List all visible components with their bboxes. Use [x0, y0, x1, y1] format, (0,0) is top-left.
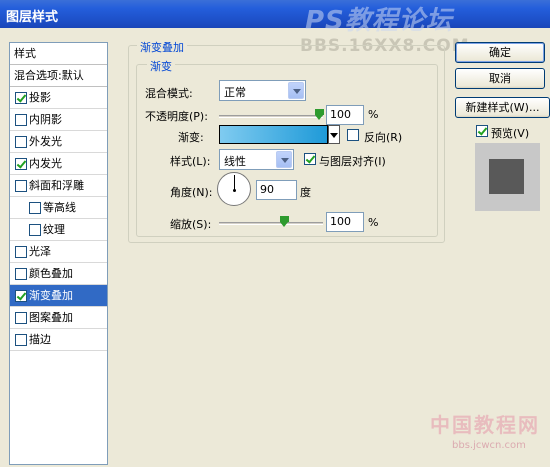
- style-item-checkbox[interactable]: [15, 290, 27, 302]
- blend-mode-value: 正常: [224, 86, 246, 99]
- style-item[interactable]: 投影: [10, 87, 107, 109]
- style-item-label: 斜面和浮雕: [29, 179, 84, 192]
- opacity-input[interactable]: 100: [326, 105, 364, 125]
- style-item-label: 光泽: [29, 245, 51, 258]
- title-bar[interactable]: 图层样式 PS教程论坛: [0, 0, 550, 36]
- gradient-overlay-title: 渐变叠加: [137, 39, 187, 55]
- style-item-checkbox[interactable]: [15, 334, 27, 346]
- cancel-button[interactable]: 取消: [455, 68, 545, 89]
- style-item-label: 纹理: [43, 223, 65, 236]
- style-item[interactable]: 等高线: [10, 197, 107, 219]
- style-select[interactable]: 线性: [219, 149, 294, 170]
- angle-unit: 度: [300, 186, 311, 199]
- opacity-label: 不透明度(P):: [145, 110, 208, 123]
- gradient-picker-arrow-icon[interactable]: [328, 125, 340, 144]
- scale-slider-thumb[interactable]: [280, 216, 289, 228]
- opacity-slider-thumb[interactable]: [315, 109, 324, 121]
- style-item[interactable]: 颜色叠加: [10, 263, 107, 285]
- styles-list: 样式 混合选项:默认 投影内阴影外发光内发光斜面和浮雕等高线纹理光泽颜色叠加渐变…: [9, 42, 108, 465]
- style-item-label: 等高线: [43, 201, 76, 214]
- style-item-checkbox[interactable]: [15, 246, 27, 258]
- style-item-checkbox[interactable]: [29, 224, 41, 236]
- scale-label: 缩放(S):: [170, 218, 212, 231]
- style-item-label: 渐变叠加: [29, 289, 73, 302]
- watermark-site-url: bbs.jcwcn.com: [452, 440, 526, 451]
- style-item[interactable]: 内阴影: [10, 109, 107, 131]
- style-item[interactable]: 渐变叠加: [10, 285, 107, 307]
- watermark-logo: PS教程论坛: [305, 6, 453, 36]
- preview-thumbnail: [475, 143, 540, 211]
- gradient-label: 渐变:: [178, 131, 204, 144]
- style-item[interactable]: 内发光: [10, 153, 107, 175]
- style-value: 线性: [224, 155, 246, 168]
- preview-label: 预览(V): [491, 127, 530, 140]
- blending-options-item[interactable]: 混合选项:默认: [10, 65, 107, 87]
- angle-label: 角度(N):: [170, 186, 213, 199]
- style-item-label: 描边: [29, 333, 51, 346]
- style-item-checkbox[interactable]: [15, 92, 27, 104]
- style-item[interactable]: 斜面和浮雕: [10, 175, 107, 197]
- reverse-checkbox[interactable]: [347, 129, 359, 141]
- style-item[interactable]: 外发光: [10, 131, 107, 153]
- opacity-unit: %: [368, 108, 379, 121]
- preview-shape: [489, 159, 524, 194]
- preview-checkbox[interactable]: [476, 125, 488, 137]
- gradient-swatch[interactable]: [219, 125, 328, 144]
- style-item[interactable]: 纹理: [10, 219, 107, 241]
- scale-input[interactable]: 100: [326, 212, 364, 232]
- style-item-checkbox[interactable]: [15, 268, 27, 280]
- scale-slider[interactable]: [219, 222, 323, 225]
- angle-needle: [234, 175, 235, 190]
- window-title: 图层样式: [6, 10, 59, 25]
- style-item[interactable]: 图案叠加: [10, 307, 107, 329]
- gradient-subgroup-title: 渐变: [147, 58, 175, 74]
- styles-header[interactable]: 样式: [10, 43, 107, 65]
- style-item-checkbox[interactable]: [15, 180, 27, 192]
- blend-mode-label: 混合模式:: [145, 87, 193, 100]
- style-label: 样式(L):: [170, 155, 211, 168]
- angle-center: [233, 189, 236, 192]
- style-item-label: 颜色叠加: [29, 267, 73, 280]
- style-item-label: 投影: [29, 91, 51, 104]
- style-item-checkbox[interactable]: [15, 158, 27, 170]
- style-item-checkbox[interactable]: [15, 114, 27, 126]
- style-item-label: 内发光: [29, 157, 62, 170]
- scale-unit: %: [368, 216, 379, 229]
- style-item[interactable]: 光泽: [10, 241, 107, 263]
- style-item-label: 外发光: [29, 135, 62, 148]
- style-item[interactable]: 描边: [10, 329, 107, 351]
- align-with-layer-checkbox[interactable]: [304, 153, 316, 165]
- style-item-label: 图案叠加: [29, 311, 73, 324]
- style-item-label: 内阴影: [29, 113, 62, 126]
- style-item-checkbox[interactable]: [29, 202, 41, 214]
- watermark-site: 中国教程网: [430, 413, 540, 437]
- style-item-checkbox[interactable]: [15, 312, 27, 324]
- chevron-down-icon: [288, 82, 304, 99]
- opacity-slider[interactable]: [219, 115, 323, 118]
- new-style-button[interactable]: 新建样式(W)...: [455, 97, 550, 118]
- reverse-label: 反向(R): [364, 131, 403, 144]
- align-with-layer-label: 与图层对齐(I): [319, 155, 386, 168]
- chevron-down-icon: [276, 151, 292, 168]
- ok-button[interactable]: 确定: [455, 42, 545, 63]
- blend-mode-select[interactable]: 正常: [219, 80, 306, 101]
- style-item-checkbox[interactable]: [15, 136, 27, 148]
- angle-input[interactable]: 90: [256, 180, 297, 200]
- angle-dial[interactable]: [217, 172, 251, 206]
